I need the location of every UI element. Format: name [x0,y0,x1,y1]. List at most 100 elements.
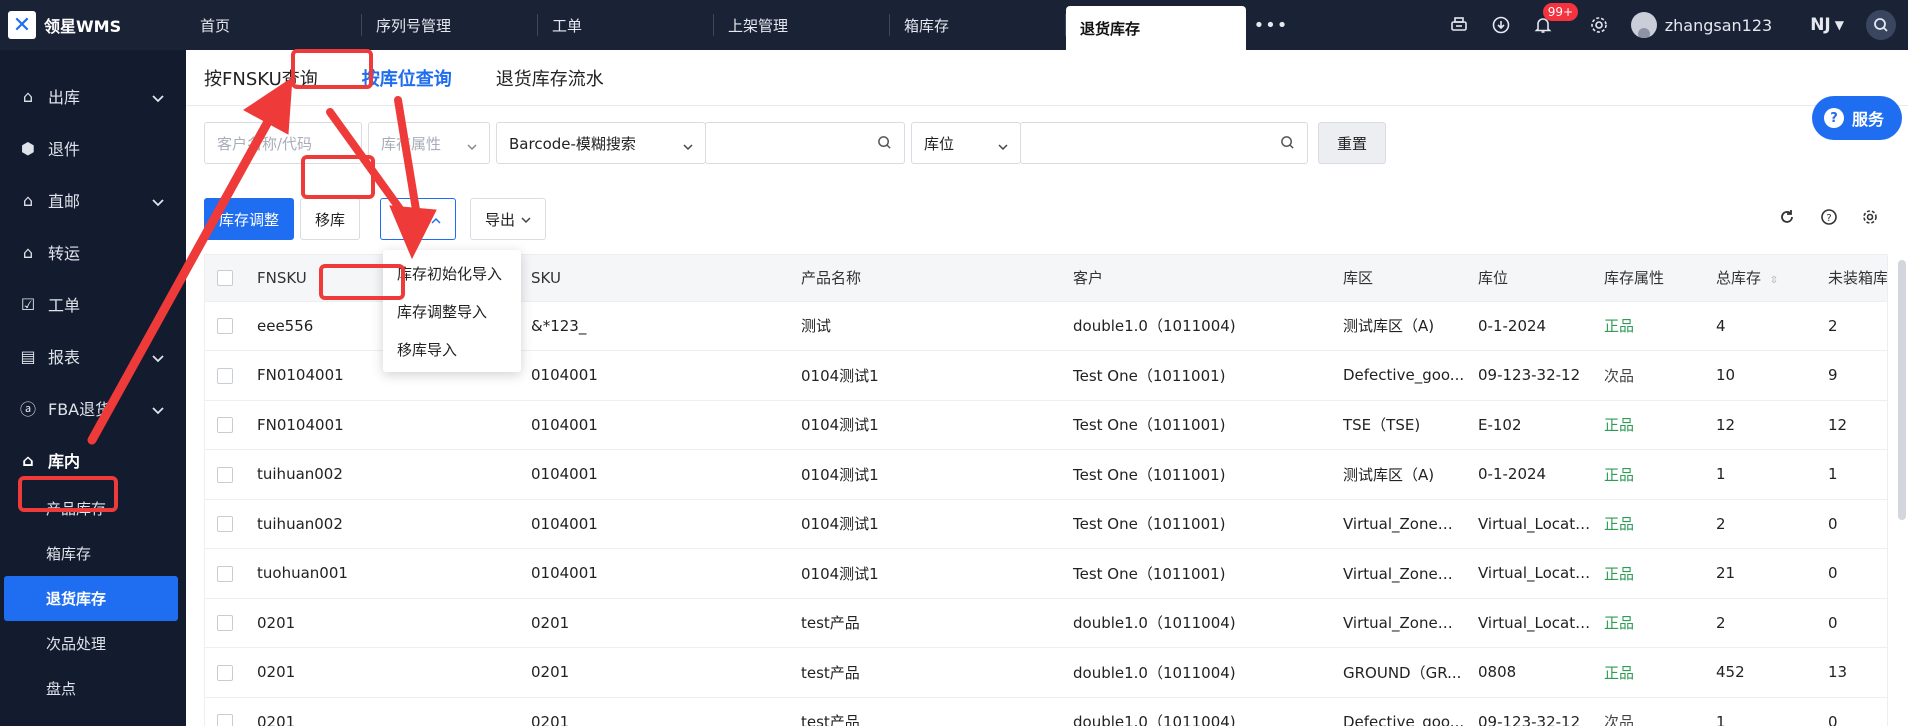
chevron-down-icon [998,137,1008,155]
sidebar-subitem-stocktake[interactable]: 盘点 [0,666,186,711]
reset-button[interactable]: 重置 [1318,122,1386,164]
sidebar-item-transfer[interactable]: ⌂ 转运 [0,226,186,278]
refresh-icon[interactable] [1778,208,1796,230]
table-row[interactable]: 0201 0201 test产品 double1.0（1011004) Defectiv… [205,697,1887,726]
tab-box-inventory[interactable]: 箱库存 [890,0,1066,50]
sidebar-item-returns[interactable]: ⬢ 退件 [0,122,186,174]
table-scrollbar[interactable] [1898,260,1906,520]
subtab-return-flow[interactable]: 退货库存流水 [496,65,604,91]
sidebar-item-label: 报表 [48,348,81,367]
service-button[interactable]: ? 服务 [1811,96,1902,140]
row-checkbox[interactable] [205,449,245,500]
barcode-search-input[interactable] [705,122,905,164]
amazon-icon: ⓐ [19,400,36,419]
download-icon[interactable] [1491,15,1511,35]
export-button[interactable]: 导出 [470,198,547,240]
checkbox[interactable] [217,714,233,726]
tab-return-inventory[interactable]: 退货库存 [1066,6,1246,50]
cell-sku: &*123_ [519,301,789,351]
search-icon[interactable] [1280,135,1295,154]
sidebar-item-fba-returns[interactable]: ⓐ FBA退货 [0,382,186,434]
sidebar-item-reports[interactable]: ▤ 报表 [0,330,186,382]
attribute-placeholder: 库存属性 [381,134,442,153]
checkbox[interactable] [217,367,233,384]
subtab-by-location[interactable]: 按库位查询 [362,65,452,91]
sidebar-subitem-box-inventory[interactable]: 箱库存 [0,531,186,576]
sidebar-item-label: 出库 [48,88,81,107]
printer-icon[interactable] [1449,15,1469,35]
adjust-inventory-button[interactable]: 库存调整 [204,198,295,240]
settings-gear-icon[interactable] [1589,15,1609,35]
checkbox[interactable] [217,466,233,483]
cell-customer: double1.0（1011004) [1061,697,1331,726]
sidebar-item-label: 转运 [48,244,81,263]
row-checkbox[interactable] [205,647,245,698]
select-all-checkbox[interactable] [205,255,245,302]
location-select[interactable]: 库位 [911,122,1021,164]
sort-icon[interactable]: ⇳ [1770,275,1778,286]
cell-fnsku: 0201 [245,697,519,726]
table-row[interactable]: tuihuan002 0104001 0104测试1 Test One（1011001… [205,449,1887,500]
column-settings-icon[interactable] [1862,208,1880,230]
table-row[interactable]: tuihuan002 0104001 0104测试1 Test One（1011001… [205,499,1887,549]
table-row[interactable]: 0201 0201 test产品 double1.0（1011004) GROUND（G… [205,647,1887,698]
row-checkbox[interactable] [205,350,245,401]
notification-badge: 99+ [1542,3,1579,21]
cell-location: Virtual_Location [1466,598,1592,648]
menu-item-move-import[interactable]: 移库导入 [383,330,521,368]
chevron-down-icon [152,400,164,419]
cell-attribute: 正品 [1592,400,1704,450]
tab-serial[interactable]: 序列号管理 [362,0,538,50]
checkbox[interactable] [217,615,233,632]
table-row[interactable]: 0201 0201 test产品 double1.0（1011004) Virtual_… [205,598,1887,648]
checkbox[interactable] [217,516,233,533]
cell-zone: TSE（TSE) [1331,400,1466,450]
sidebar-subitem-return-inventory[interactable]: 退货库存 [4,576,178,621]
row-checkbox[interactable] [205,697,245,726]
bell-icon[interactable]: 99+ [1533,3,1579,35]
table-row[interactable]: tuohuan001 0104001 0104测试1 Test One（1011001… [205,548,1887,599]
row-checkbox[interactable] [205,499,245,549]
location-search-input[interactable] [1020,122,1308,164]
cell-sku: 0201 [519,697,789,726]
user-menu[interactable]: zhangsan123 [1630,12,1772,38]
cell-sku: 0104001 [519,400,789,450]
column-header-total[interactable]: 总库存 ⇳ [1704,255,1816,302]
cell-product-name: test产品 [789,598,1061,648]
help-circle-icon[interactable]: ? [1820,208,1838,230]
checkbox[interactable] [217,318,233,335]
top-bar: ✕ 领星WMS 首页 序列号管理 工单 上架管理 箱库存 退货库存 ••• 99… [0,0,1908,50]
annotation-box-subtab [291,49,373,89]
chart-icon: ▤ [20,346,36,366]
row-checkbox[interactable] [205,548,245,599]
app-logo[interactable]: ✕ 领星WMS [0,0,186,50]
checkbox[interactable] [217,664,233,681]
checkbox[interactable] [217,417,233,434]
search-icon[interactable] [1866,10,1896,40]
search-icon[interactable] [877,135,892,154]
checkbox[interactable] [217,565,233,582]
tab-putaway[interactable]: 上架管理 [714,0,890,50]
tab-home[interactable]: 首页 [186,0,362,50]
region-selector[interactable]: NJ ▼ [1810,15,1844,35]
table-row[interactable]: FN0104001 0104001 0104测试1 Test One（1011001)… [205,400,1887,450]
sidebar-item-outbound[interactable]: ⌂ 出库 [0,70,186,122]
cell-location: E-102 [1466,400,1592,450]
sidebar-subitem-defective[interactable]: 次品处理 [0,621,186,666]
row-checkbox[interactable] [205,301,245,351]
import-button[interactable]: 导入 [380,198,457,240]
cell-product-name: 测试 [789,301,1061,351]
move-button[interactable]: 移库 [300,198,361,240]
barcode-select[interactable]: Barcode-模糊搜索 [496,122,706,164]
cell-product-name: test产品 [789,697,1061,726]
tab-work-order[interactable]: 工单 [538,0,714,50]
sidebar-item-work-order[interactable]: ☑ 工单 [0,278,186,330]
sidebar-item-direct-mail[interactable]: ⌂ 直邮 [0,174,186,226]
attribute-select[interactable]: 库存属性 [368,122,490,164]
svg-text:?: ? [1826,213,1831,224]
more-tabs-icon[interactable]: ••• [1246,0,1296,50]
sidebar-item-label: 直邮 [48,192,81,211]
row-checkbox[interactable] [205,400,245,450]
row-checkbox[interactable] [205,598,245,648]
chevron-down-icon [152,88,164,107]
